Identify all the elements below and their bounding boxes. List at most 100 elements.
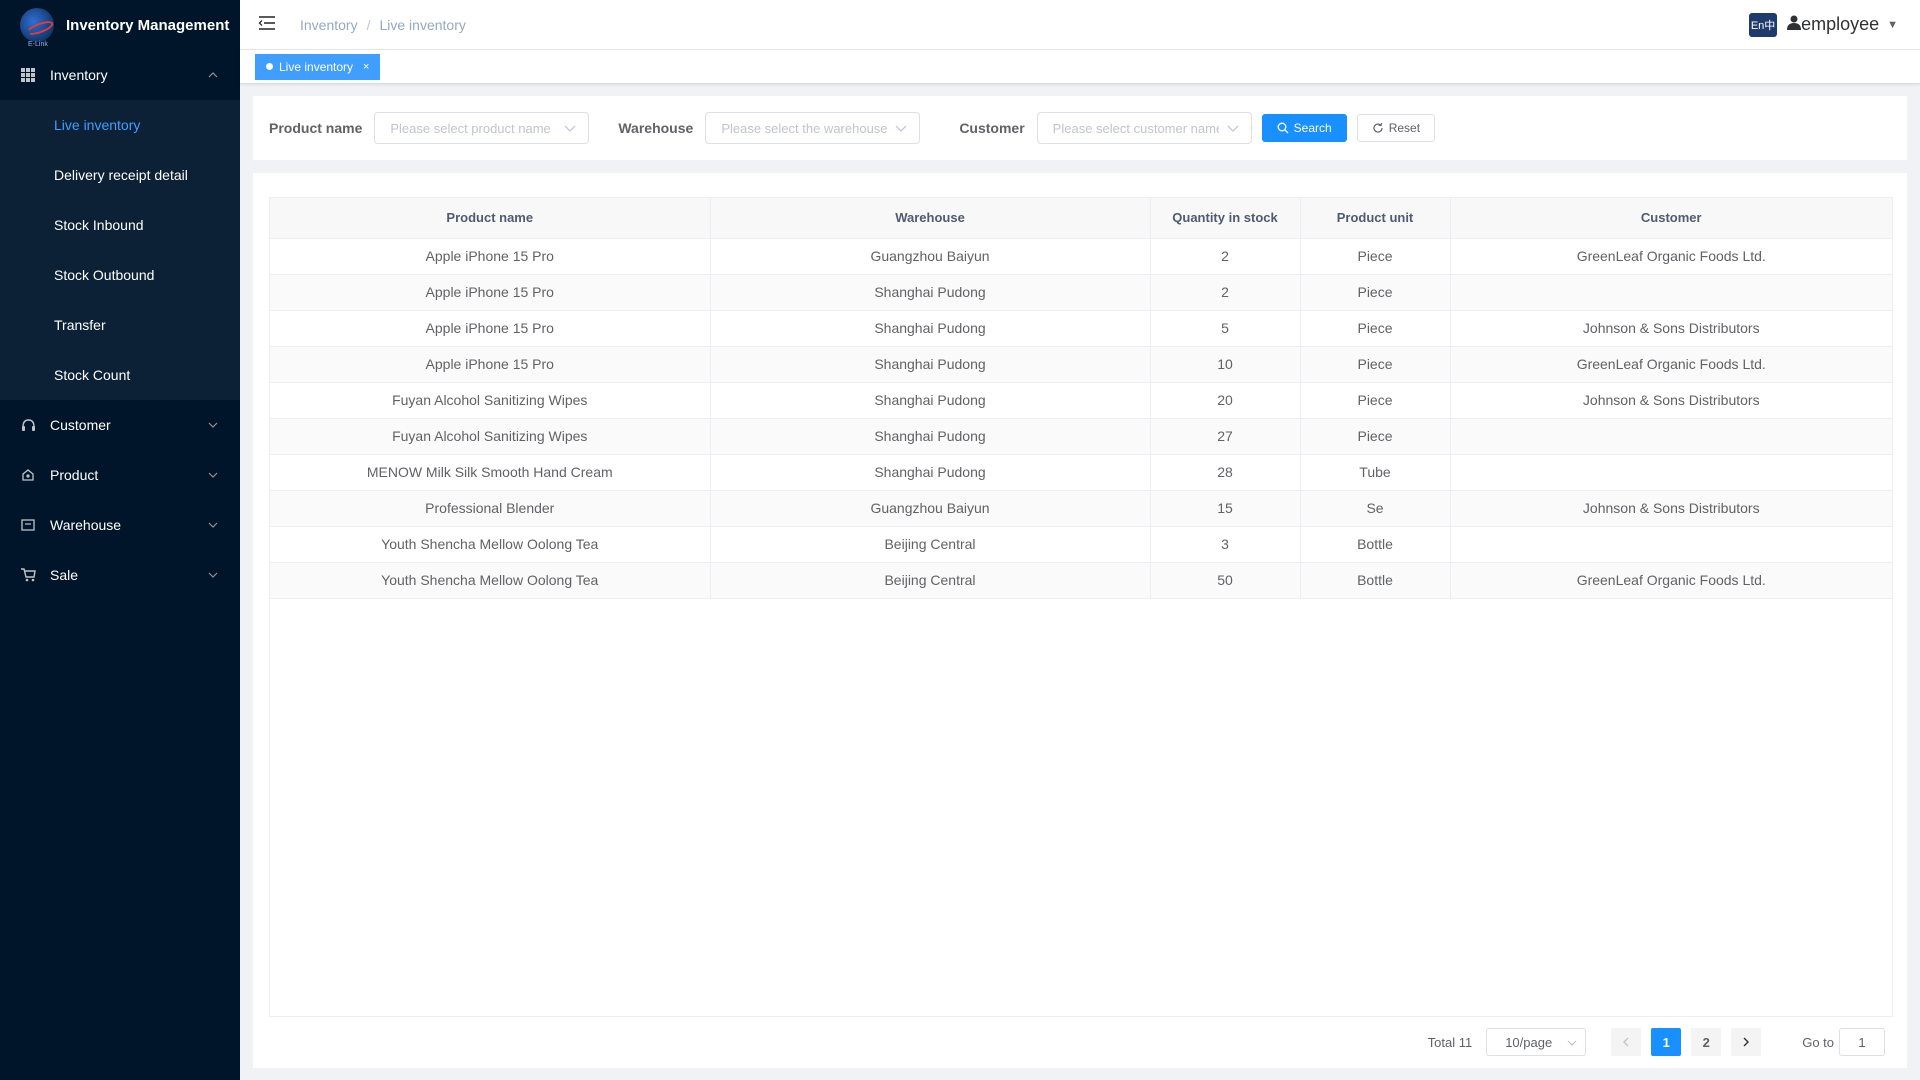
refresh-icon: [1373, 122, 1383, 133]
menu-item-label: Inventory: [50, 67, 108, 83]
cell-product-name: Fuyan Alcohol Sanitizing Wipes: [270, 382, 711, 419]
active-dot-icon: [266, 63, 273, 70]
sidebar-item-stock-inbound[interactable]: Stock Inbound: [0, 200, 240, 250]
close-icon[interactable]: ×: [363, 61, 369, 73]
cell-customer: GreenLeaf Organic Foods Ltd.: [1450, 346, 1892, 383]
topbar-right: En中 employee ▼: [1749, 12, 1920, 37]
page-button-1[interactable]: 1: [1651, 1028, 1682, 1056]
cell-unit: Piece: [1300, 346, 1451, 383]
cell-product-name: MENOW Milk Silk Smooth Hand Cream: [270, 454, 711, 491]
prev-page-button[interactable]: [1611, 1028, 1642, 1056]
page-button-2[interactable]: 2: [1691, 1028, 1722, 1056]
table-row[interactable]: Youth Shencha Mellow Oolong Tea Beijing …: [270, 526, 1892, 563]
user-icon: [1787, 14, 1802, 35]
sidebar-toggle-button[interactable]: [242, 0, 292, 50]
cell-quantity: 50: [1150, 562, 1301, 599]
cell-quantity: 3: [1150, 526, 1301, 563]
cell-warehouse: Shanghai Pudong: [710, 310, 1151, 347]
menu-item-label: Warehouse: [50, 517, 122, 533]
breadcrumb-item-live-inventory: Live inventory: [379, 16, 466, 33]
column-header-customer: Customer: [1450, 198, 1892, 239]
table-row[interactable]: Apple iPhone 15 Pro Shanghai Pudong 10 P…: [270, 346, 1892, 383]
cell-warehouse: Shanghai Pudong: [710, 346, 1151, 383]
breadcrumb: Inventory / Live inventory: [300, 17, 466, 33]
cell-warehouse: Beijing Central: [710, 526, 1151, 563]
tag-live-inventory[interactable]: Live inventory ×: [255, 53, 381, 80]
inventory-table: Product name Warehouse Quantity in stock…: [270, 198, 1892, 599]
cell-warehouse: Shanghai Pudong: [710, 418, 1151, 455]
cell-quantity: 10: [1150, 346, 1301, 383]
sidebar-item-live-inventory[interactable]: Live inventory: [0, 100, 240, 150]
warehouse-label: Warehouse: [618, 120, 694, 136]
menu-group-inventory: Inventory Live inventory Delivery receip…: [0, 50, 240, 400]
search-button[interactable]: Search: [1261, 114, 1347, 142]
customer-label: Customer: [959, 120, 1025, 136]
product-name-select[interactable]: Please select product name: [374, 112, 590, 144]
menu-item-sale[interactable]: Sale: [0, 550, 240, 600]
table-row[interactable]: Professional Blender Guangzhou Baiyun 15…: [270, 490, 1892, 527]
menu-item-product[interactable]: Product: [0, 450, 240, 500]
caret-down-icon: ▼: [1887, 18, 1898, 31]
language-switch-icon[interactable]: En中: [1749, 12, 1778, 37]
warehouse-select[interactable]: Please select the warehouse: [705, 112, 921, 144]
cell-quantity: 2: [1150, 274, 1301, 311]
table-row[interactable]: Apple iPhone 15 Pro Shanghai Pudong 2 Pi…: [270, 274, 1892, 311]
table-row[interactable]: Youth Shencha Mellow Oolong Tea Beijing …: [270, 562, 1892, 599]
filter-form: Product name Please select product name …: [253, 96, 1907, 160]
table-row[interactable]: MENOW Milk Silk Smooth Hand Cream Shangh…: [270, 454, 1892, 491]
menu-item-label: Customer: [50, 417, 111, 433]
table-row[interactable]: Fuyan Alcohol Sanitizing Wipes Shanghai …: [270, 418, 1892, 455]
cell-product-name: Youth Shencha Mellow Oolong Tea: [270, 526, 711, 563]
breadcrumb-item-inventory[interactable]: Inventory: [300, 17, 358, 33]
cell-product-name: Youth Shencha Mellow Oolong Tea: [270, 562, 711, 599]
hamburger-icon: [258, 15, 276, 34]
next-page-button[interactable]: [1731, 1028, 1762, 1056]
page-size-value: 10/page: [1505, 1034, 1553, 1050]
cell-customer: Johnson & Sons Distributors: [1450, 310, 1892, 347]
sidebar-item-transfer[interactable]: Transfer: [0, 300, 240, 350]
sidebar-item-stock-outbound[interactable]: Stock Outbound: [0, 250, 240, 300]
customer-select[interactable]: Please select customer name: [1036, 112, 1252, 144]
grid-icon: [20, 67, 36, 83]
submenu-inventory: Live inventory Delivery receipt detail S…: [0, 100, 240, 400]
cell-quantity: 5: [1150, 310, 1301, 347]
product-name-placeholder: Please select product name: [390, 120, 551, 136]
cell-customer: [1450, 418, 1892, 455]
menu-item-label: Sale: [50, 567, 79, 583]
cell-quantity: 15: [1150, 490, 1301, 527]
table-body: Apple iPhone 15 Pro Guangzhou Baiyun 2 P…: [270, 238, 1892, 599]
chevron-down-icon: [1227, 121, 1239, 136]
cell-warehouse: Shanghai Pudong: [710, 382, 1151, 419]
cell-unit: Tube: [1300, 454, 1451, 491]
cell-product-name: Apple iPhone 15 Pro: [270, 310, 711, 347]
table-row[interactable]: Fuyan Alcohol Sanitizing Wipes Shanghai …: [270, 382, 1892, 419]
warehouse-placeholder: Please select the warehouse: [721, 120, 888, 136]
user-menu[interactable]: employee ▼: [1787, 14, 1898, 35]
chevron-right-icon: [1742, 1035, 1750, 1050]
page-size-select[interactable]: 10/page: [1486, 1028, 1587, 1056]
app-logo-area: E-Link Inventory Management: [0, 0, 240, 50]
goto-page-input[interactable]: 1: [1839, 1028, 1885, 1056]
sidebar-item-delivery-receipt-detail[interactable]: Delivery receipt detail: [0, 150, 240, 200]
table-row[interactable]: Apple iPhone 15 Pro Guangzhou Baiyun 2 P…: [270, 238, 1892, 275]
cell-customer: [1450, 526, 1892, 563]
customer-icon: [20, 417, 36, 433]
user-name: employee: [1801, 14, 1880, 34]
menu-item-warehouse[interactable]: Warehouse: [0, 500, 240, 550]
cell-warehouse: Guangzhou Baiyun: [710, 490, 1151, 527]
cell-warehouse: Shanghai Pudong: [710, 454, 1151, 491]
menu-item-customer[interactable]: Customer: [0, 400, 240, 450]
menu-item-inventory[interactable]: Inventory: [0, 50, 240, 100]
table-row[interactable]: Apple iPhone 15 Pro Shanghai Pudong 5 Pi…: [270, 310, 1892, 347]
sidebar-item-stock-count[interactable]: Stock Count: [0, 350, 240, 400]
chevron-down-icon: [208, 570, 218, 580]
cell-product-name: Professional Blender: [270, 490, 711, 527]
sidebar: E-Link Inventory Management Inventory Li…: [0, 0, 240, 1080]
cell-unit: Bottle: [1300, 562, 1451, 599]
pagination-total: Total 11: [1427, 1034, 1473, 1050]
cell-customer: Johnson & Sons Distributors: [1450, 382, 1892, 419]
search-icon: [1277, 122, 1289, 134]
reset-button[interactable]: Reset: [1356, 114, 1436, 142]
cell-customer: [1450, 274, 1892, 311]
breadcrumb-separator: /: [366, 16, 371, 33]
